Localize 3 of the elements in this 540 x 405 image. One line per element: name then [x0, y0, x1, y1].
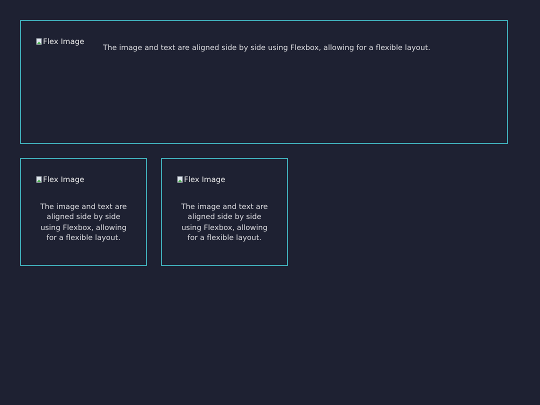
broken-image-icon: [36, 38, 42, 44]
broken-image-icon: [177, 176, 183, 182]
broken-image-icon: [36, 176, 42, 182]
